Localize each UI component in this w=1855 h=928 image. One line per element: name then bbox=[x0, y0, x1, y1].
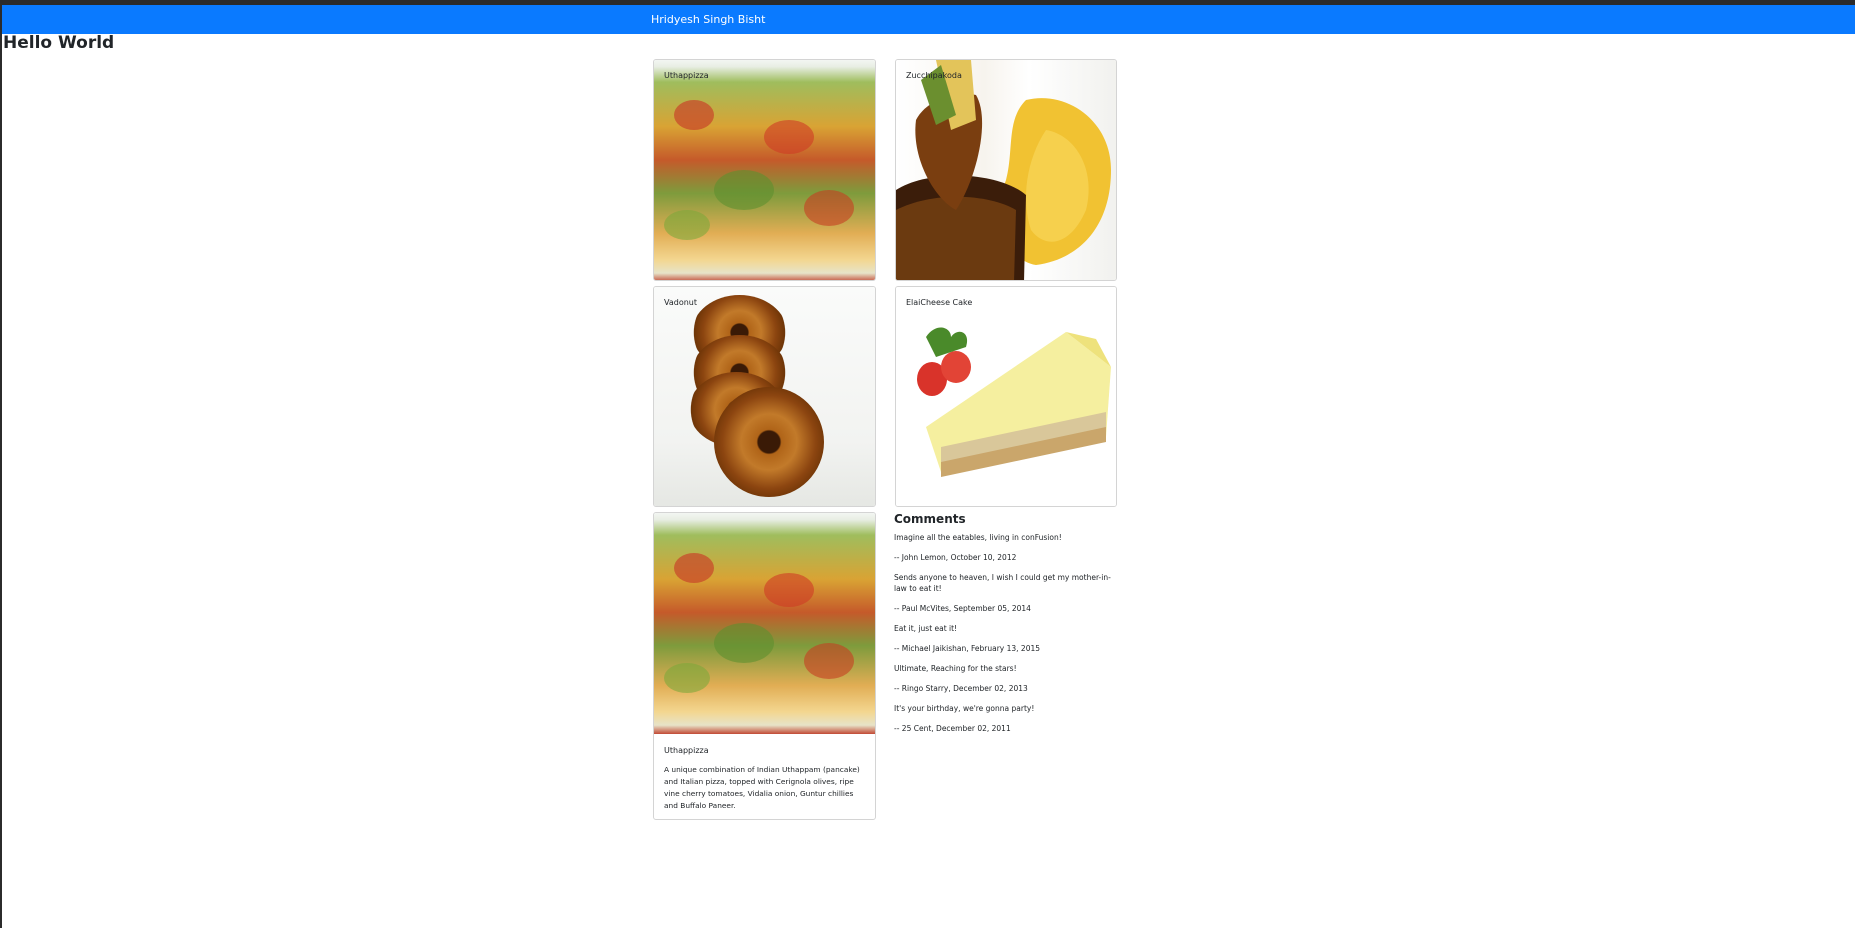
dish-image-vadonut bbox=[654, 287, 875, 506]
dish-title: Vadonut bbox=[664, 298, 698, 307]
dish-title: Zucchipakoda bbox=[906, 71, 962, 80]
dish-image-uthappizza bbox=[654, 60, 875, 280]
comments-list: Imagine all the eatables, living in conF… bbox=[894, 532, 1116, 743]
comments-heading: Comments bbox=[894, 512, 966, 526]
comment-text: Imagine all the eatables, living in conF… bbox=[894, 533, 1062, 542]
dish-image-zucchipakoda bbox=[896, 60, 1116, 280]
comment-text: Eat it, just eat it! bbox=[894, 624, 958, 633]
page-heading: Hello World bbox=[3, 33, 115, 53]
dish-card-vadonut[interactable]: Vadonut bbox=[653, 286, 876, 507]
comment-author: -- 25 Cent, December 02, 2011 bbox=[894, 724, 1011, 733]
comment-item: It's your birthday, we're gonna party! -… bbox=[894, 703, 1116, 734]
comment-text: Ultimate, Reaching for the stars! bbox=[894, 664, 1017, 673]
comment-author: -- John Lemon, October 10, 2012 bbox=[894, 553, 1017, 562]
comment-item: Sends anyone to heaven, I wish I could g… bbox=[894, 572, 1116, 614]
comment-item: Ultimate, Reaching for the stars! -- Rin… bbox=[894, 663, 1116, 694]
navbar: Hridyesh Singh Bisht bbox=[0, 5, 1855, 34]
comment-item: Imagine all the eatables, living in conF… bbox=[894, 532, 1116, 563]
comment-author: -- Michael Jaikishan, February 13, 2015 bbox=[894, 644, 1041, 653]
dish-image-elaicheese-cake bbox=[896, 287, 1116, 506]
selected-dish-title: Uthappizza bbox=[664, 746, 709, 755]
selected-dish-card: Uthappizza A unique combination of India… bbox=[653, 512, 876, 820]
dish-card-zucchipakoda[interactable]: Zucchipakoda bbox=[895, 59, 1117, 281]
comment-author: -- Ringo Starry, December 02, 2013 bbox=[894, 684, 1028, 693]
comment-text: Sends anyone to heaven, I wish I could g… bbox=[894, 573, 1111, 593]
comment-text: It's your birthday, we're gonna party! bbox=[894, 704, 1035, 713]
dish-title: Uthappizza bbox=[664, 71, 709, 80]
dish-card-elaicheese-cake[interactable]: ElaiCheese Cake bbox=[895, 286, 1117, 507]
dish-title: ElaiCheese Cake bbox=[906, 298, 973, 307]
selected-dish-description: A unique combination of Indian Uthappam … bbox=[664, 765, 860, 810]
comment-item: Eat it, just eat it! -- Michael Jaikisha… bbox=[894, 623, 1116, 654]
window-left-border bbox=[0, 0, 2, 928]
selected-dish-image bbox=[654, 513, 875, 734]
comment-author: -- Paul McVites, September 05, 2014 bbox=[894, 604, 1031, 613]
navbar-brand[interactable]: Hridyesh Singh Bisht bbox=[651, 13, 765, 27]
dish-card-uthappizza[interactable]: Uthappizza bbox=[653, 59, 876, 281]
